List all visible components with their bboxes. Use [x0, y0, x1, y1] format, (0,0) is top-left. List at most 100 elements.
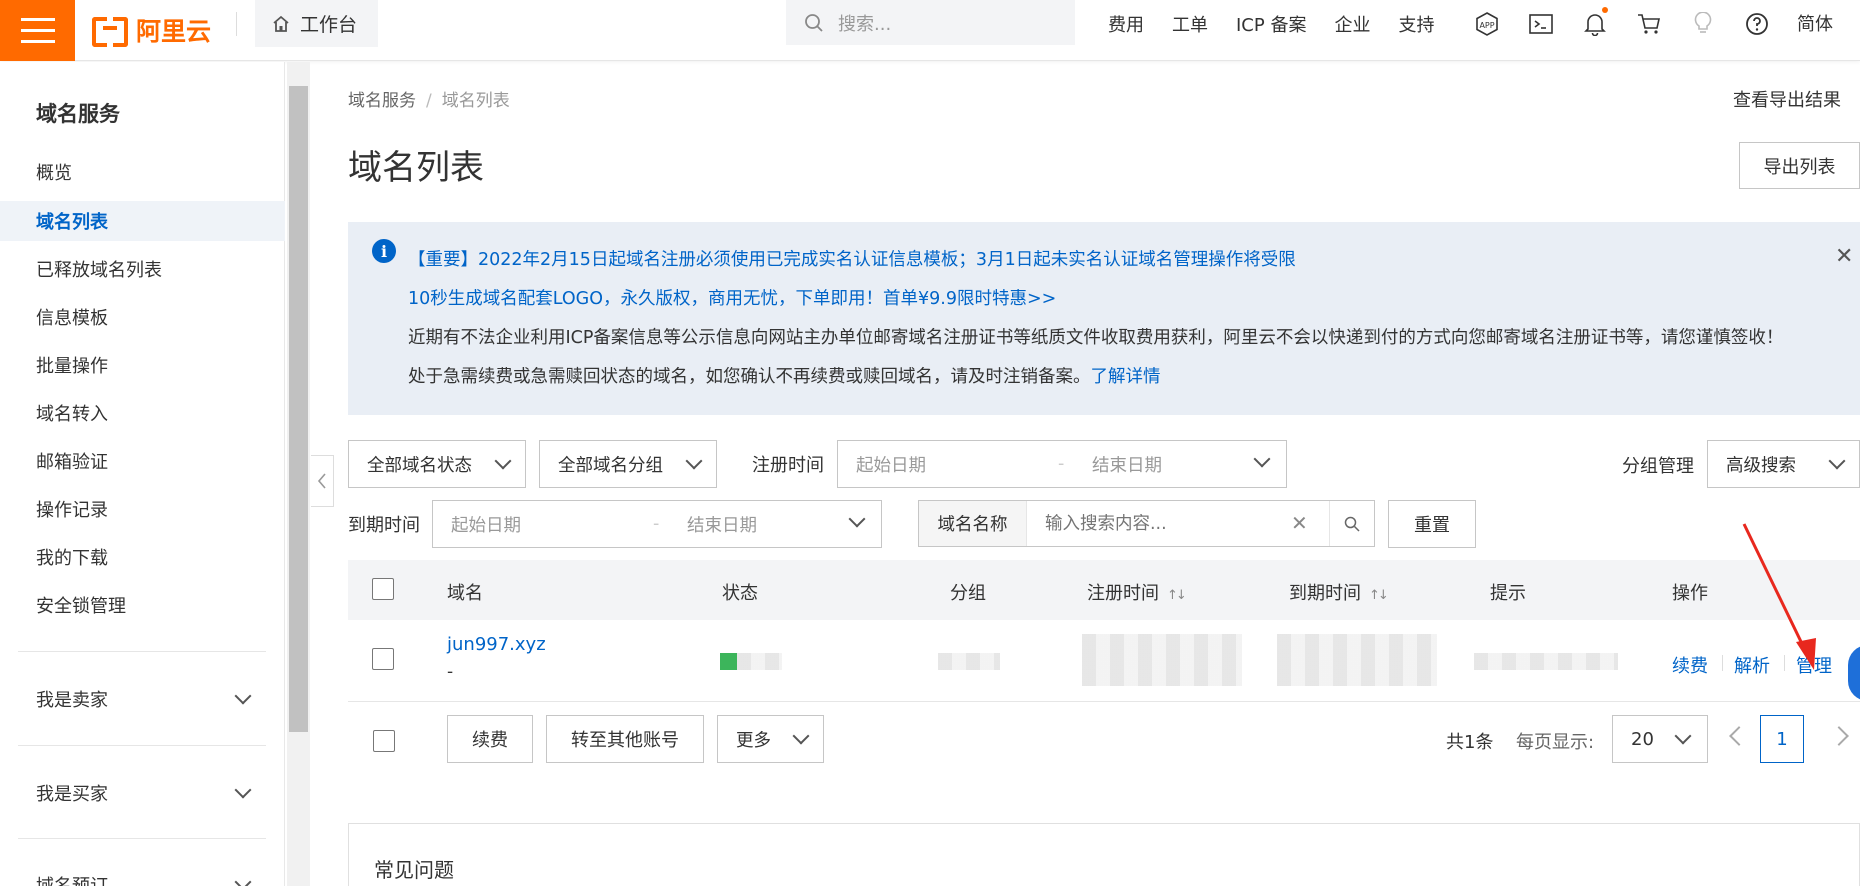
- expire-end-date[interactable]: 结束日期: [687, 512, 757, 537]
- clear-icon[interactable]: ✕: [1291, 511, 1308, 535]
- column-domain: 域名: [447, 583, 483, 604]
- language-switch[interactable]: 简体: [1797, 10, 1833, 36]
- export-list-button[interactable]: 导出列表: [1739, 142, 1860, 189]
- app-icon[interactable]: APP: [1472, 9, 1502, 39]
- breadcrumb: 域名服务 / 域名列表: [348, 86, 510, 111]
- sidebar-item-security-lock[interactable]: 安全锁管理: [0, 585, 285, 625]
- column-reg-time[interactable]: 注册时间 ↑↓: [1087, 579, 1187, 605]
- group-manage-link[interactable]: 分组管理: [1622, 452, 1694, 478]
- home-icon: [273, 15, 289, 32]
- sidebar-item-released-domains[interactable]: 已释放域名列表: [0, 249, 285, 289]
- cart-icon[interactable]: [1634, 9, 1664, 39]
- sidebar-group-seller[interactable]: 我是卖家: [0, 679, 285, 719]
- learn-more-link[interactable]: 了解详情: [1091, 367, 1161, 387]
- chevron-down-icon: [1253, 450, 1271, 468]
- page-title: 域名列表: [348, 148, 484, 188]
- domain-name-link[interactable]: jun997.xyz: [447, 634, 546, 655]
- reg-date-range[interactable]: 起始日期 - 结束日期: [837, 440, 1287, 488]
- sidebar-item-my-downloads[interactable]: 我的下载: [0, 537, 285, 577]
- top-link-icp[interactable]: ICP 备案: [1236, 11, 1306, 37]
- terminal-icon[interactable]: [1526, 9, 1556, 39]
- transfer-account-button[interactable]: 转至其他账号: [546, 715, 704, 763]
- more-actions-select[interactable]: 更多: [717, 715, 824, 763]
- breadcrumb-current: 域名列表: [441, 91, 510, 111]
- sidebar-group-label: 域名预订: [36, 872, 108, 886]
- resolve-action[interactable]: 解析: [1734, 652, 1770, 678]
- row-checkbox[interactable]: [372, 648, 394, 670]
- column-expire-time[interactable]: 到期时间 ↑↓: [1289, 579, 1389, 605]
- notice-important-link[interactable]: 【重要】2022年2月15日起域名注册必须使用已完成实名认证信息模板；3月1日起…: [408, 246, 1296, 271]
- expire-date-range[interactable]: 起始日期 - 结束日期: [432, 500, 882, 548]
- sidebar-item-operation-log[interactable]: 操作记录: [0, 489, 285, 529]
- svg-text:APP: APP: [1479, 21, 1494, 30]
- sidebar-group-label: 我是卖家: [36, 690, 108, 711]
- sidebar-item-domain-transfer-in[interactable]: 域名转入: [0, 393, 285, 433]
- sidebar-group-reserve[interactable]: 域名预订: [0, 865, 285, 886]
- renew-action[interactable]: 续费: [1672, 652, 1708, 678]
- prev-page-icon[interactable]: [1729, 726, 1749, 746]
- sidebar-item-domain-list[interactable]: 域名列表: [0, 201, 285, 241]
- redacted-tip: [1474, 653, 1618, 670]
- top-links: 费用 工单 ICP 备案 企业 支持: [1108, 0, 1462, 47]
- redacted-reg-time: [1082, 634, 1242, 686]
- top-bar: 阿里云 工作台 搜索... 费用 工单 ICP 备案 企业 支持 APP 简体: [0, 0, 1860, 61]
- lightbulb-icon[interactable]: [1688, 9, 1718, 39]
- sidebar-item-info-template[interactable]: 信息模板: [0, 297, 285, 337]
- sidebar-scrollbar[interactable]: [287, 62, 310, 886]
- top-link-ticket[interactable]: 工单: [1172, 11, 1208, 37]
- aliyun-logo[interactable]: 阿里云: [92, 10, 211, 50]
- bulk-select-checkbox[interactable]: [373, 730, 395, 752]
- sidebar-group-buyer[interactable]: 我是买家: [0, 773, 285, 813]
- chevron-down-icon: [234, 781, 252, 799]
- chevron-down-icon: [848, 510, 866, 528]
- notice-cancel-filing-text: 处于急需续费或急需赎回状态的域名，如您确认不再续费或赎回域名，请及时注销备案。了…: [408, 363, 1161, 388]
- chevron-down-icon: [234, 687, 252, 705]
- table-header: 域名 状态 分组 注册时间 ↑↓ 到期时间 ↑↓ 提示 操作: [348, 560, 1860, 620]
- sidebar-collapse-handle[interactable]: [311, 455, 334, 507]
- page-1-button[interactable]: 1: [1760, 715, 1804, 763]
- domain-group-select[interactable]: 全部域名分组: [539, 440, 717, 488]
- search-placeholder: 搜索...: [838, 13, 892, 35]
- domain-status-select[interactable]: 全部域名状态: [348, 440, 526, 488]
- breadcrumb-parent[interactable]: 域名服务: [348, 91, 416, 111]
- bell-icon[interactable]: [1580, 7, 1610, 39]
- export-result-link[interactable]: 查看导出结果: [1733, 86, 1841, 112]
- notice-logo-promo-link[interactable]: 10秒生成域名配套LOGO，永久版权，商用无忧，下单即用！首单¥9.9限时特惠>…: [408, 285, 1056, 310]
- manage-action[interactable]: 管理: [1796, 652, 1832, 678]
- workbench-button[interactable]: 工作台: [255, 0, 378, 47]
- sidebar-title: 域名服务: [36, 102, 120, 126]
- scrollbar-thumb[interactable]: [289, 86, 308, 732]
- top-link-enterprise[interactable]: 企业: [1334, 11, 1370, 37]
- search-icon: [805, 13, 823, 32]
- sidebar-item-batch-operation[interactable]: 批量操作: [0, 345, 285, 385]
- advanced-search-button[interactable]: 高级搜索: [1707, 440, 1860, 488]
- sort-icon[interactable]: ↑↓: [1167, 588, 1187, 603]
- sort-icon[interactable]: ↑↓: [1369, 588, 1389, 603]
- column-status: 状态: [722, 583, 758, 604]
- sidebar-item-overview[interactable]: 概览: [0, 152, 285, 192]
- sidebar-group-label: 我是买家: [36, 784, 108, 805]
- per-page-label: 每页显示:: [1516, 732, 1595, 753]
- domain-search-input[interactable]: [1045, 514, 1265, 534]
- reg-end-date[interactable]: 结束日期: [1092, 452, 1162, 477]
- chevron-down-icon: [1828, 452, 1846, 470]
- logo-mark-icon: [92, 17, 128, 47]
- close-icon[interactable]: ✕: [1835, 244, 1853, 269]
- reg-start-date[interactable]: 起始日期: [856, 452, 926, 477]
- next-page-icon[interactable]: [1829, 726, 1849, 746]
- bulk-renew-button[interactable]: 续费: [447, 715, 533, 763]
- reset-button[interactable]: 重置: [1388, 500, 1476, 548]
- page-size-select[interactable]: 20: [1612, 715, 1708, 763]
- sidebar: 域名服务 概览 域名列表 已释放域名列表 信息模板 批量操作 域名转入 邮箱验证…: [0, 62, 285, 886]
- global-search[interactable]: 搜索...: [786, 0, 1075, 45]
- expire-start-date[interactable]: 起始日期: [451, 512, 521, 537]
- help-icon[interactable]: [1742, 9, 1772, 39]
- select-all-checkbox[interactable]: [372, 578, 394, 600]
- search-field-select[interactable]: 域名名称: [919, 501, 1027, 546]
- search-submit-button[interactable]: [1329, 501, 1374, 546]
- bulk-action-bar: 续费 转至其他账号 更多 共1条 每页显示: 20 1: [348, 715, 1860, 767]
- top-link-support[interactable]: 支持: [1398, 11, 1434, 37]
- sidebar-item-email-verify[interactable]: 邮箱验证: [0, 441, 285, 481]
- top-link-fee[interactable]: 费用: [1108, 11, 1144, 37]
- hamburger-menu-icon[interactable]: [0, 0, 75, 61]
